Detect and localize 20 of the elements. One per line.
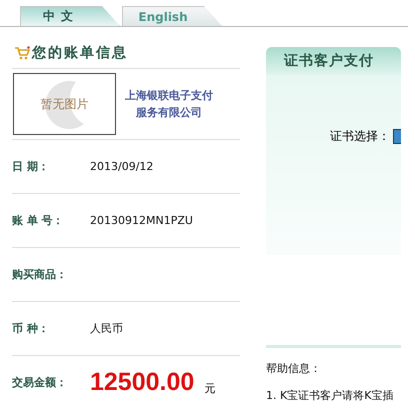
- panel-title: 证书客户支付: [266, 47, 401, 75]
- field-label: 日 期：: [12, 159, 50, 174]
- field-value: 2013/09/12: [90, 160, 154, 173]
- field-label: 币 种：: [12, 321, 50, 336]
- field-value: 人民币: [90, 321, 123, 336]
- amount-value: 12500.00: [90, 368, 194, 397]
- help-item: 1. K宝证书客户请将K宝插: [266, 388, 394, 403]
- cert-select-label: 证书选择：: [330, 128, 390, 145]
- field-label: 交易金额：: [12, 375, 68, 390]
- field-label: 账 单 号：: [12, 213, 65, 228]
- section-title: 您的账单信息: [32, 44, 128, 62]
- language-tab[interactable]: 中文: [20, 6, 120, 26]
- cart-icon: [14, 46, 30, 60]
- merchant-name: 上海银联电子支付服务有限公司: [124, 88, 214, 121]
- cert-select-field[interactable]: [393, 129, 401, 144]
- no-image-text: 暂无图片: [40, 97, 88, 111]
- field-value: 20130912MN1PZU: [90, 214, 193, 227]
- field-label: 购买商品：: [12, 267, 68, 282]
- currency-unit: 元: [204, 381, 216, 396]
- help-title: 帮助信息：: [266, 361, 322, 376]
